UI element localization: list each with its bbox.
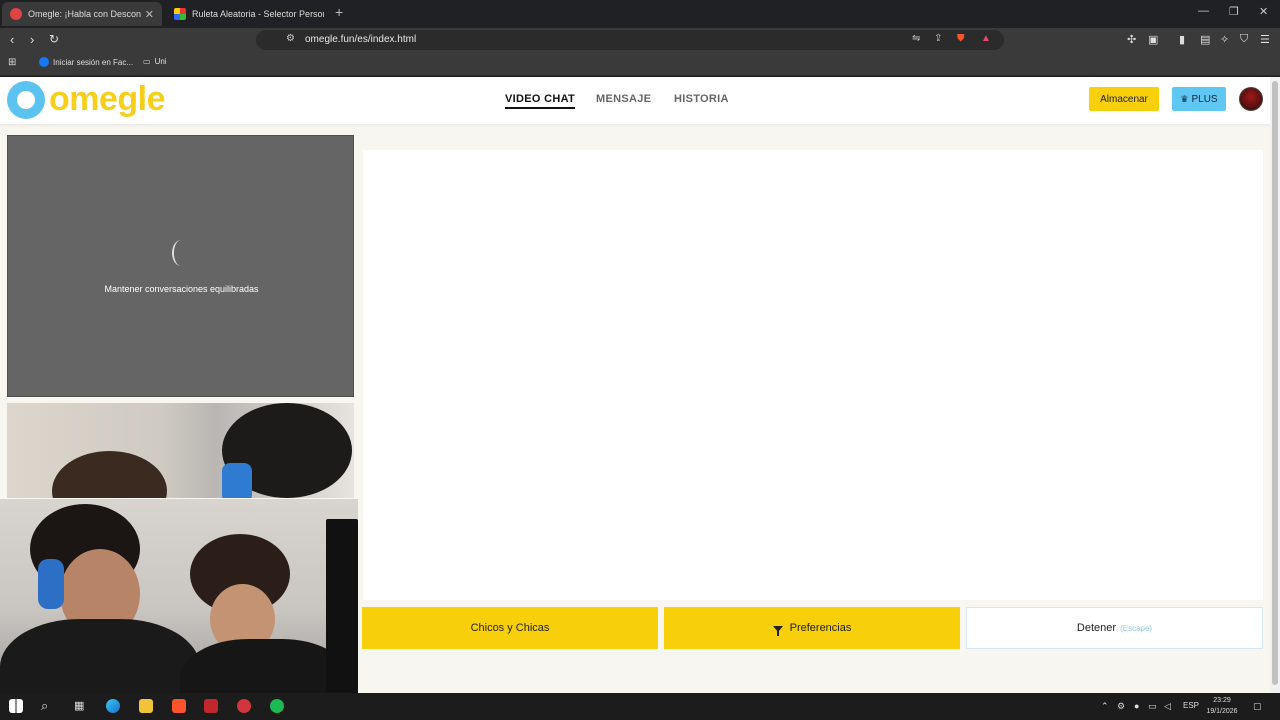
- bookmark-folder-uni[interactable]: ▭ Uni: [143, 57, 167, 66]
- stranger-video-panel: Mantener conversaciones equilibradas: [7, 135, 354, 397]
- sidebar-icon[interactable]: ▮: [1179, 33, 1185, 46]
- ai-icon[interactable]: ✧: [1220, 33, 1229, 46]
- stranger-status-text: Mantener conversaciones equilibradas: [104, 284, 259, 294]
- person-hair-shape: [52, 451, 167, 498]
- vpn-icon[interactable]: ⛉: [1240, 33, 1248, 46]
- headphone-shape: [222, 463, 252, 498]
- stop-button[interactable]: Detener (Escape): [966, 607, 1263, 649]
- task-view-icon[interactable]: ▦: [74, 699, 84, 712]
- omegle-logo[interactable]: omegle: [7, 80, 166, 119]
- self-video-panel: [7, 403, 354, 498]
- clock[interactable]: 23:29 19/1/2026: [1200, 695, 1244, 717]
- microphone-icon[interactable]: ●: [1134, 701, 1139, 711]
- extensions-icon[interactable]: ✣: [1127, 33, 1136, 46]
- network-icon[interactable]: ▭: [1148, 701, 1157, 712]
- windows-start-icon[interactable]: [9, 699, 23, 713]
- monitor-shape: [326, 519, 358, 701]
- tab-search-icon[interactable]: ▣: [1148, 33, 1158, 46]
- nav-mensaje[interactable]: MENSAJE: [596, 93, 651, 105]
- clock-time: 23:29: [1213, 697, 1231, 704]
- logo-text: omegle: [49, 80, 166, 118]
- logo-bubble-icon: [7, 80, 45, 119]
- clock-date: 19/1/2026: [1206, 708, 1238, 715]
- webcam-overlay: [0, 499, 358, 701]
- preferences-button[interactable]: Preferencias: [664, 607, 960, 649]
- ruleta-favicon-icon: [174, 8, 186, 20]
- escape-hint: (Escape): [1120, 623, 1153, 633]
- page-scrollbar[interactable]: [1270, 77, 1280, 693]
- shield-icon[interactable]: ⛊: [957, 33, 965, 44]
- rewards-icon[interactable]: ▲: [981, 33, 991, 44]
- restore-icon[interactable]: ❐: [1229, 5, 1239, 18]
- tab-ruleta[interactable]: Ruleta Aleatoria - Selector Personalizad…: [166, 2, 332, 26]
- tab-title: Omegle: ¡Habla con Desconocidos!: [28, 9, 141, 19]
- tray-app-icon[interactable]: ⚙: [1117, 701, 1125, 712]
- plus-button[interactable]: ♛ PLUS: [1172, 87, 1226, 111]
- bookmark-label: Uni: [154, 57, 167, 66]
- nav-historia[interactable]: HISTORIA: [674, 93, 729, 105]
- loading-spinner-icon: [172, 240, 190, 266]
- hoodie-shape: [0, 619, 200, 701]
- folder-icon: ▭: [143, 57, 151, 66]
- translate-icon[interactable]: ⇋: [912, 33, 920, 44]
- bookmark-facebook[interactable]: Iniciar sesión en Fac...: [39, 57, 133, 67]
- apps-icon[interactable]: ⊞: [8, 57, 16, 68]
- forward-icon[interactable]: ›: [30, 32, 34, 47]
- tray-overflow-icon[interactable]: ⌃: [1101, 701, 1109, 712]
- hoodie-shape: [180, 639, 350, 701]
- close-tab-icon[interactable]: ✕: [145, 8, 154, 21]
- spotify-icon[interactable]: [270, 699, 284, 713]
- store-button[interactable]: Almacenar: [1089, 87, 1159, 111]
- bookmark-label: Iniciar sesión en Fac...: [53, 57, 134, 67]
- crown-icon: ♛: [1180, 93, 1189, 104]
- app-icon[interactable]: [237, 699, 251, 713]
- site-info-icon[interactable]: ⚙: [286, 33, 295, 44]
- bookmarks-bar: ⊞ Iniciar sesión en Fac... ▭ Uni: [0, 52, 1280, 76]
- language-indicator[interactable]: ESP: [1183, 701, 1199, 710]
- headphone-shape: [38, 559, 64, 609]
- stop-label: Detener: [1076, 622, 1117, 634]
- filter-icon: [772, 626, 783, 636]
- notifications-icon[interactable]: ▢: [1253, 701, 1262, 712]
- scrollbar-thumb[interactable]: [1272, 81, 1278, 685]
- file-explorer-icon[interactable]: [139, 699, 153, 713]
- new-tab-button[interactable]: +: [335, 4, 343, 20]
- app-icon[interactable]: [204, 699, 218, 713]
- wallet-icon[interactable]: ▤: [1200, 33, 1210, 46]
- back-icon[interactable]: ‹: [10, 32, 14, 47]
- reload-icon[interactable]: ↻: [49, 32, 59, 46]
- menu-icon[interactable]: ☰: [1260, 33, 1270, 46]
- minimize-icon[interactable]: —: [1198, 5, 1209, 17]
- volume-icon[interactable]: ◁: [1164, 701, 1171, 712]
- gender-button[interactable]: Chicos y Chicas: [362, 607, 658, 649]
- browser-tab-bar: Omegle: ¡Habla con Desconocidos! ✕ Rulet…: [0, 0, 1280, 28]
- search-icon[interactable]: ⌕: [41, 698, 48, 714]
- nav-video-chat[interactable]: VIDEO CHAT: [505, 93, 576, 109]
- edge-icon[interactable]: [106, 699, 120, 713]
- url-text[interactable]: omegle.fun/es/index.html: [305, 34, 416, 45]
- close-window-icon[interactable]: ✕: [1259, 5, 1268, 18]
- chat-area: [363, 150, 1263, 600]
- share-icon[interactable]: ⇪: [934, 33, 942, 44]
- address-toolbar: ‹ › ↻ ⌑ ⚙ omegle.fun/es/index.html ⇋ ⇪ ⛊…: [0, 28, 1280, 52]
- avatar[interactable]: [1239, 87, 1263, 111]
- omnibox[interactable]: ⚙ omegle.fun/es/index.html ⇋ ⇪ ⛊ ▲: [256, 30, 1004, 50]
- site-header: omegle VIDEO CHAT MENSAJE HISTORIA Almac…: [0, 77, 1270, 124]
- taskbar: ⌕ ▦ ⌃ ⚙ ● ▭ ◁ ESP 23:29 19/1/2026 ▢: [0, 693, 1280, 720]
- omegle-favicon-icon: [10, 8, 22, 20]
- gender-label: Chicos y Chicas: [470, 622, 550, 634]
- tab-omegle[interactable]: Omegle: ¡Habla con Desconocidos! ✕: [2, 2, 162, 26]
- preferences-label: Preferencias: [789, 622, 852, 634]
- brave-icon[interactable]: [172, 699, 186, 713]
- plus-label: PLUS: [1191, 93, 1218, 105]
- tab-title: Ruleta Aleatoria - Selector Personalizad…: [192, 9, 324, 19]
- facebook-icon: [39, 57, 49, 67]
